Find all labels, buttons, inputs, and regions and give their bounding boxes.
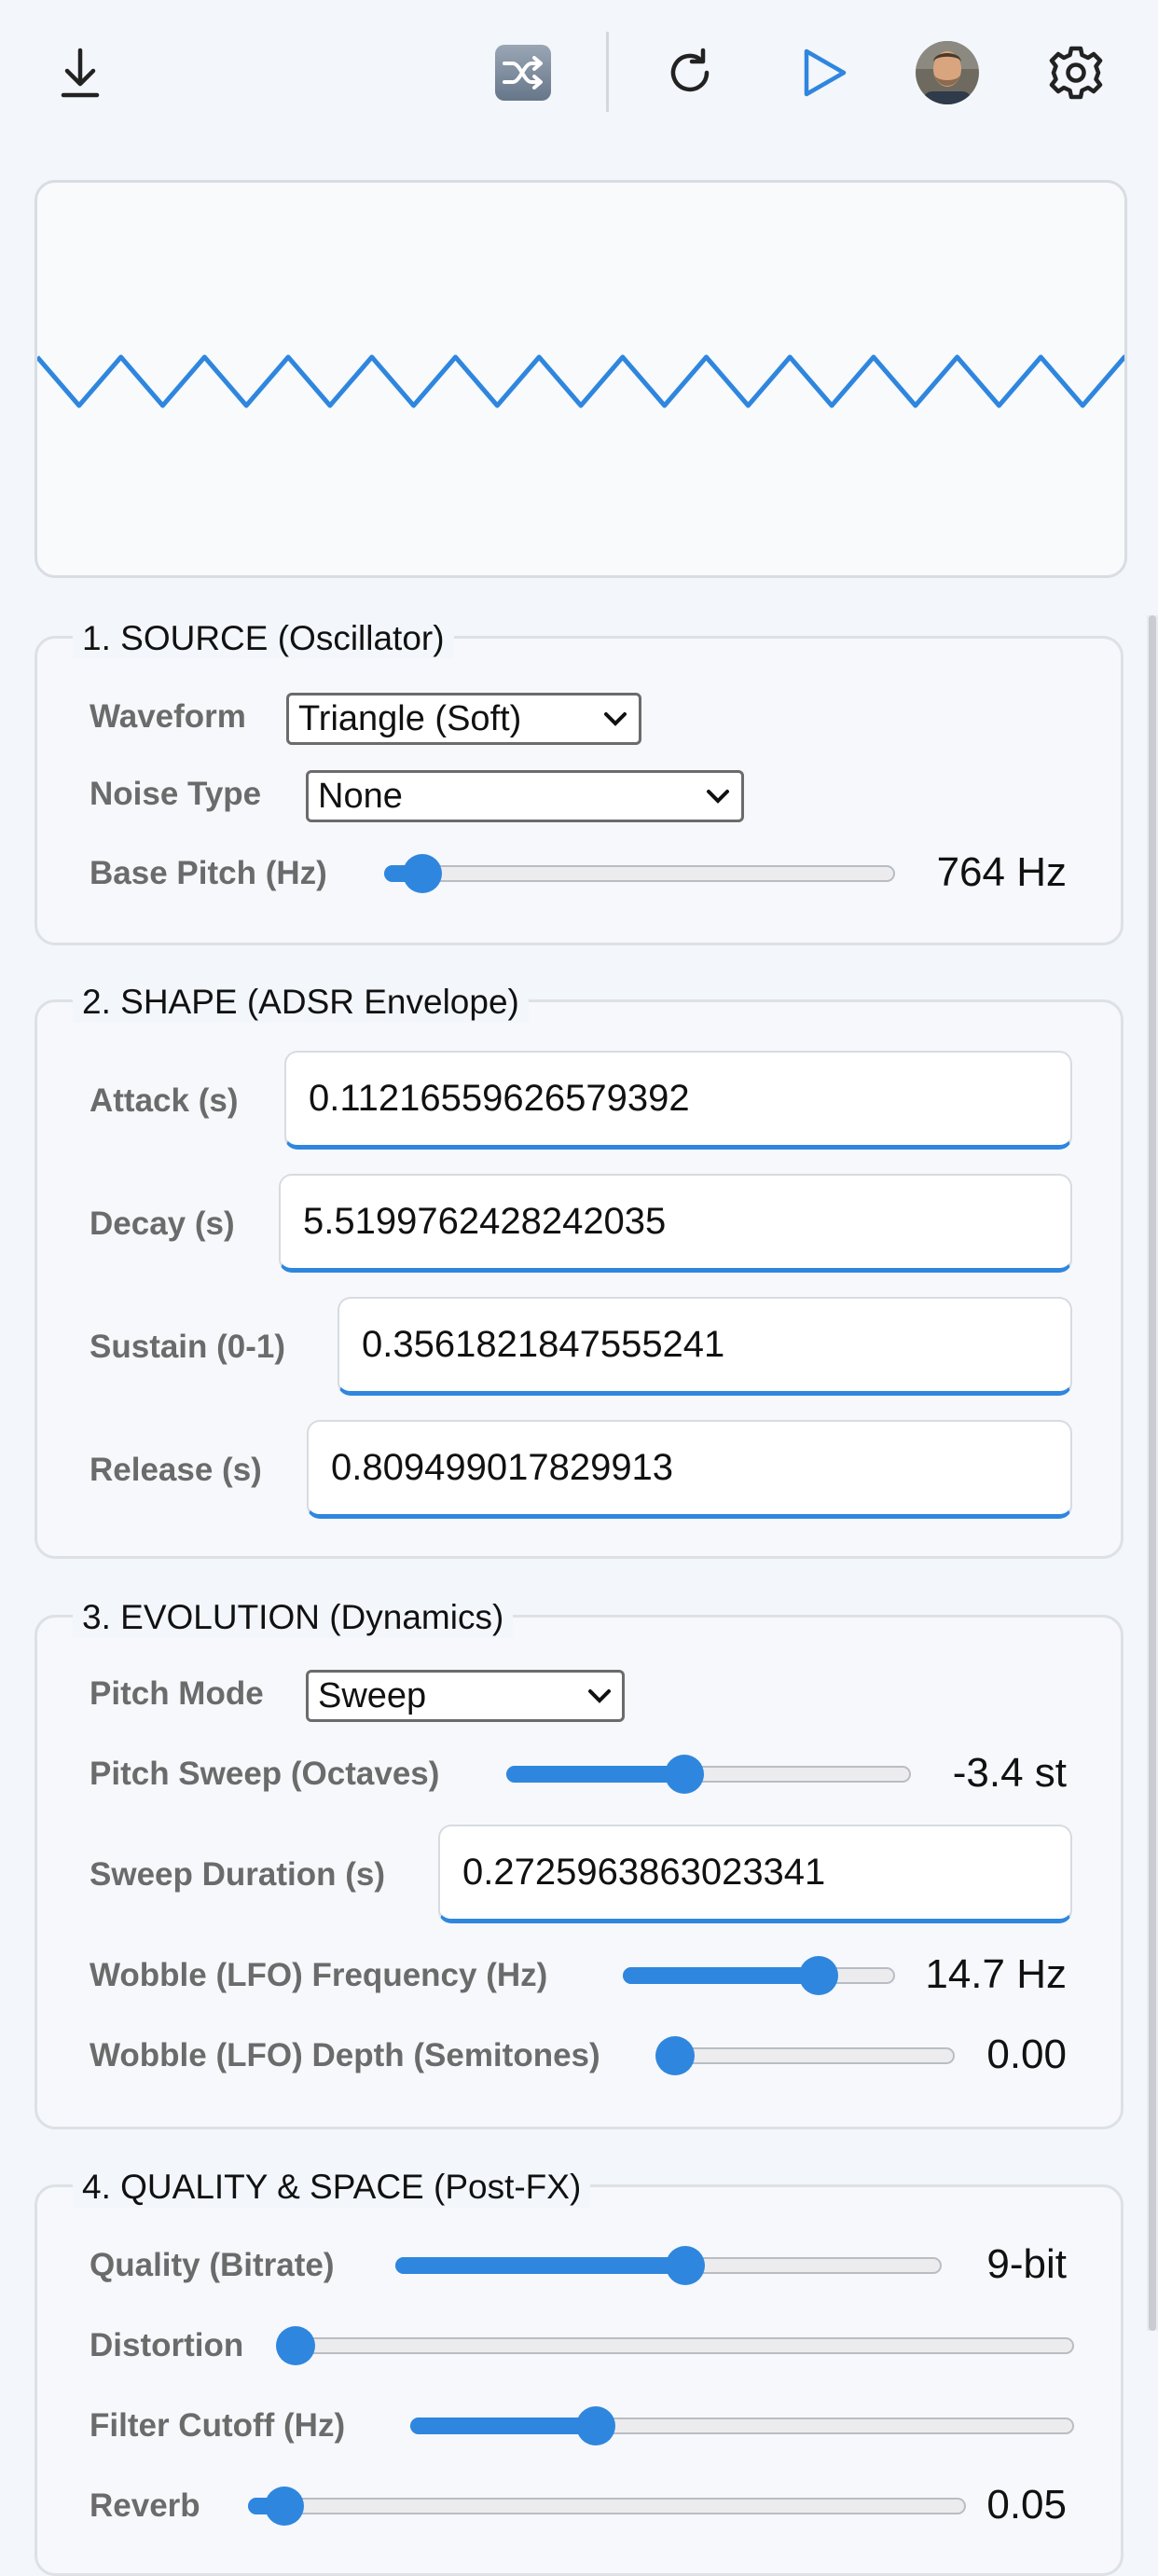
pitch-sweep-slider[interactable] (506, 1755, 911, 1794)
waveform-display (34, 180, 1127, 578)
reverb-label: Reverb (90, 2487, 200, 2524)
lfo-frequency-value: 14.7 Hz (925, 1951, 1067, 1997)
source-section: 1. SOURCE (Oscillator) Waveform Triangle… (34, 618, 1124, 945)
lfo-depth-label: Wobble (LFO) Depth (Semitones) (90, 2037, 600, 2073)
slider-thumb[interactable] (576, 2406, 616, 2445)
waveform-line (37, 354, 1124, 408)
base-pitch-value: 764 Hz (936, 849, 1067, 895)
avatar-button[interactable] (912, 37, 983, 108)
decay-input[interactable] (279, 1174, 1072, 1273)
filter-cutoff-slider[interactable] (410, 2406, 1074, 2445)
quality-section: 4. QUALITY & SPACE (Post-FX) Quality (Bi… (34, 2167, 1124, 2576)
pitch-mode-select[interactable]: Sweep (306, 1670, 625, 1722)
bitrate-value: 9-bit (986, 2241, 1067, 2287)
slider-fill (395, 2257, 685, 2274)
waveform-label: Waveform (90, 698, 246, 735)
distortion-label: Distortion (90, 2327, 244, 2363)
slider-track (296, 2337, 1074, 2354)
evolution-section: 3. EVOLUTION (Dynamics) Pitch Mode Sweep… (34, 1597, 1124, 2129)
slider-fill (410, 2418, 597, 2434)
slider-fill (623, 1967, 820, 1984)
pitch-sweep-value: -3.4 st (952, 1750, 1067, 1796)
shuffle-icon (495, 45, 551, 101)
noise-type-select[interactable]: None (306, 770, 744, 822)
section-legend: 2. SHAPE (ADSR Envelope) (73, 982, 529, 1023)
sustain-input[interactable] (338, 1297, 1072, 1396)
release-input[interactable] (307, 1420, 1072, 1519)
slider-fill (506, 1766, 684, 1783)
sweep-duration-input[interactable] (438, 1825, 1072, 1923)
lfo-frequency-slider[interactable] (623, 1956, 895, 1995)
filter-cutoff-label: Filter Cutoff (Hz) (90, 2407, 346, 2444)
scrollbar-thumb[interactable] (1149, 615, 1156, 2331)
release-label: Release (s) (90, 1452, 262, 1488)
slider-thumb[interactable] (264, 2486, 304, 2526)
pitch-sweep-label: Pitch Sweep (Octaves) (90, 1756, 440, 1792)
lfo-depth-value: 0.00 (986, 2032, 1067, 2077)
slider-track (384, 865, 895, 882)
reverb-slider[interactable] (248, 2486, 966, 2526)
waveform-plot (37, 354, 1124, 408)
shape-section: 2. SHAPE (ADSR Envelope) Attack (s) Deca… (34, 982, 1124, 1559)
decay-label: Decay (s) (90, 1205, 235, 1242)
distortion-slider[interactable] (276, 2326, 1074, 2365)
toolbar-divider (606, 32, 609, 112)
shuffle-button[interactable] (488, 37, 558, 108)
attack-input[interactable] (284, 1051, 1072, 1150)
base-pitch-label: Base Pitch (Hz) (90, 855, 327, 891)
slider-thumb[interactable] (665, 2246, 705, 2285)
slider-thumb[interactable] (664, 1755, 704, 1794)
toolbar (0, 0, 1158, 149)
base-pitch-slider[interactable] (384, 854, 895, 893)
scrollbar[interactable] (1147, 615, 1158, 2331)
pitch-mode-label: Pitch Mode (90, 1675, 264, 1712)
noise-type-label: Noise Type (90, 776, 262, 812)
bitrate-label: Quality (Bitrate) (90, 2247, 335, 2283)
waveform-select[interactable]: Triangle (Soft) (286, 693, 641, 745)
reverb-value: 0.05 (986, 2482, 1067, 2528)
section-legend: 1. SOURCE (Oscillator) (73, 618, 454, 659)
bitrate-slider[interactable] (395, 2246, 942, 2285)
download-icon[interactable] (45, 37, 116, 108)
section-legend: 4. QUALITY & SPACE (Post-FX) (73, 2167, 591, 2208)
attack-label: Attack (s) (90, 1082, 239, 1119)
sustain-label: Sustain (0-1) (90, 1329, 286, 1365)
gear-icon[interactable] (1041, 37, 1111, 108)
lfo-frequency-label: Wobble (LFO) Frequency (Hz) (90, 1957, 548, 1993)
reset-icon[interactable] (655, 37, 725, 108)
slider-thumb[interactable] (403, 854, 443, 893)
slider-thumb[interactable] (276, 2326, 315, 2365)
slider-track (248, 2498, 966, 2514)
lfo-depth-slider[interactable] (655, 2036, 955, 2075)
slider-thumb[interactable] (655, 2036, 695, 2075)
avatar (916, 41, 979, 104)
slider-track (675, 2047, 955, 2064)
play-icon[interactable] (789, 37, 860, 108)
sweep-duration-label: Sweep Duration (s) (90, 1856, 385, 1893)
section-legend: 3. EVOLUTION (Dynamics) (73, 1597, 514, 1638)
slider-thumb[interactable] (799, 1956, 839, 1995)
